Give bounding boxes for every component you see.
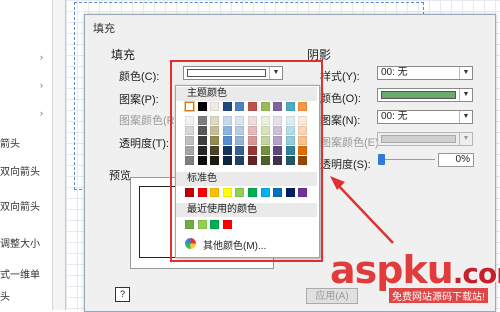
watermark-text: aspku xyxy=(330,248,454,292)
watermark-suffix: .com xyxy=(452,257,500,290)
watermark-subtitle: 免费网站源码下载站! xyxy=(389,288,488,303)
watermark-logo: aspku.com xyxy=(330,248,500,292)
